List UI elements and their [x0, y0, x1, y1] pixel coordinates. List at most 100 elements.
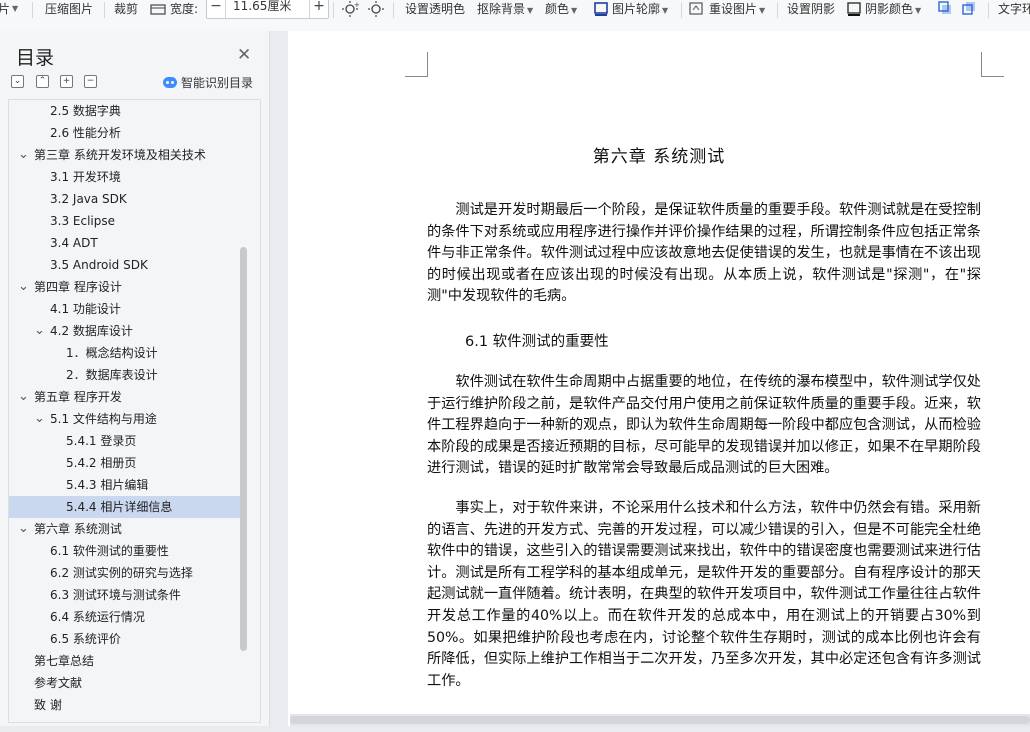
brightness-down-icon[interactable]	[368, 1, 386, 17]
toc-scrollbar[interactable]	[240, 247, 247, 651]
toolbar-partial-item[interactable]: 片	[0, 0, 10, 18]
chevron-down-icon: ▼	[759, 6, 766, 15]
toc-item-label: 2.6 性能分析	[50, 126, 121, 140]
width-input[interactable]: 11.65厘米	[233, 0, 291, 16]
remove-background-button[interactable]: 抠除背景 ▼	[477, 0, 533, 18]
toc-item-label: 致 谢	[34, 698, 62, 712]
shadow-color-button[interactable]: 阴影颜色 ▼	[865, 0, 921, 18]
toc-item[interactable]: 3.2 Java SDK	[9, 188, 241, 210]
chevron-down-icon[interactable]: ⌄	[18, 518, 29, 540]
toc-item[interactable]: 2．数据库表设计	[9, 364, 241, 386]
set-shadow-button[interactable]: 设置阴影	[787, 0, 835, 18]
toc-item[interactable]: ⌄ 第三章 系统开发环境及相关技术	[9, 144, 241, 166]
toc-item[interactable]: ⌄ 第四章 程序设计	[9, 276, 241, 298]
toc-item-label: 6.3 测试环境与测试条件	[50, 588, 181, 602]
toc-item[interactable]: 6.1 软件测试的重要性	[9, 540, 241, 562]
document-page: 第六章 系统测试 测试是开发时期最后一个阶段，是保证软件质量的重要手段。软件测试…	[288, 31, 1030, 726]
toc-item[interactable]: ⌄ 第五章 程序开发	[9, 386, 241, 408]
paragraph-text: 测试是开发时期最后一个阶段，是保证软件质量的重要手段。软件测试就是在受控制的条件…	[427, 202, 981, 305]
section-heading: 6.1 软件测试的重要性	[465, 334, 609, 350]
toc-item-label: 6.4 系统运行情况	[50, 610, 145, 624]
toc-item[interactable]: 5.4.3 相片编辑	[9, 474, 241, 496]
color-button[interactable]: 颜色 ▼	[545, 0, 577, 18]
toc-sidebar: 目录 ✕ ⌄ ⌃ + − 智能识别目录 2.5 数据字典 2.6 性能分析 ⌄ 第三章…	[0, 31, 270, 726]
toolbar-divider	[333, 2, 334, 18]
body-paragraph: 事实上，对于软件来讲，不论采用什么技术和什么方法，软件中仍然会有错。采用新的语言…	[427, 498, 981, 692]
toc-item[interactable]: 6.4 系统运行情况	[9, 606, 241, 628]
toolbar-divider	[777, 2, 778, 18]
reset-picture-label: 重设图片	[709, 2, 758, 16]
toc-item[interactable]: 2.6 性能分析	[9, 122, 241, 144]
toc-item[interactable]: ⌄ 4.2 数据库设计	[9, 320, 241, 342]
add-icon[interactable]: +	[60, 75, 73, 88]
collapse-icon[interactable]: ⌄	[11, 75, 24, 88]
reset-picture-icon	[689, 1, 703, 17]
scrollbar-thumb[interactable]	[290, 716, 1030, 724]
toc-item-label: 5.1 文件结构与用途	[50, 412, 157, 426]
margin-corner-mark	[405, 52, 428, 77]
toc-item[interactable]: 3.1 开发环境	[9, 166, 241, 188]
picture-outline-button[interactable]: 图片轮廓 ▼	[612, 0, 668, 18]
toc-item-label: 2.5 数据字典	[50, 104, 121, 118]
shadow-offset-down-icon[interactable]	[961, 1, 977, 17]
toc-item[interactable]: 6.5 系统评价	[9, 628, 241, 650]
chevron-down-icon[interactable]: ⌄	[34, 408, 45, 430]
toc-item[interactable]: ⌄ 5.1 文件结构与用途	[9, 408, 241, 430]
smart-toc-button[interactable]: 智能识别目录	[163, 74, 253, 91]
reset-picture-button[interactable]: 重设图片 ▼	[709, 0, 765, 18]
horizontal-scrollbar[interactable]	[290, 714, 1030, 726]
chevron-down-icon[interactable]: ⌄	[18, 386, 29, 408]
shadow-offset-up-icon[interactable]	[937, 1, 953, 17]
chevron-down-icon[interactable]: ⌄	[18, 144, 29, 166]
robot-icon	[163, 77, 177, 88]
toc-item[interactable]: 4.1 功能设计	[9, 298, 241, 320]
toc-item[interactable]: 第七章总结	[9, 650, 241, 672]
crop-button[interactable]: 裁剪	[114, 0, 138, 18]
shadow-color-icon	[847, 1, 861, 17]
chevron-down-icon[interactable]: ⌄	[18, 276, 29, 298]
toc-item-label: 5.4.3 相片编辑	[66, 478, 149, 492]
toc-item-label: 第五章 程序开发	[34, 390, 122, 404]
toc-item[interactable]: 3.3 Eclipse	[9, 210, 241, 232]
width-decrease-button[interactable]: −	[207, 0, 226, 18]
toc-item[interactable]: 3.5 Android SDK	[9, 254, 241, 276]
smart-toc-label: 智能识别目录	[181, 76, 254, 90]
color-label: 颜色	[545, 2, 570, 16]
toc-item[interactable]: 1．概念结构设计	[9, 342, 241, 364]
toc-list: 2.5 数据字典 2.6 性能分析 ⌄ 第三章 系统开发环境及相关技术 3.1 开发环境…	[8, 99, 261, 723]
toolbar-divider	[104, 2, 105, 18]
toc-item-label: 3.3 Eclipse	[50, 214, 115, 228]
toc-item[interactable]: 3.4 ADT	[9, 232, 241, 254]
toc-item[interactable]: 5.4.4 相片详细信息	[9, 496, 241, 518]
toc-item[interactable]: 2.5 数据字典	[9, 100, 241, 122]
toc-item[interactable]: 致 谢	[9, 694, 241, 716]
toc-item[interactable]: 5.4.1 登录页	[9, 430, 241, 452]
toolbar-divider	[681, 2, 682, 18]
width-stepper[interactable]: − 11.65厘米 +	[206, 0, 329, 19]
chevron-down-icon[interactable]: ▼	[12, 0, 18, 18]
toc-item[interactable]: 5.4.2 相册页	[9, 452, 241, 474]
chevron-down-icon[interactable]: ⌄	[34, 320, 45, 342]
toc-item[interactable]: 6.2 测试实例的研究与选择	[9, 562, 241, 584]
close-icon[interactable]: ✕	[237, 45, 251, 65]
toc-item-label: 6.2 测试实例的研究与选择	[50, 566, 193, 580]
toc-item[interactable]: 参考文献	[9, 672, 241, 694]
text-wrap-button[interactable]: 文字环	[998, 0, 1030, 18]
chevron-down-icon: ▼	[662, 6, 669, 15]
toc-item-label: 2．数据库表设计	[66, 368, 158, 382]
toc-item[interactable]: 6.3 测试环境与测试条件	[9, 584, 241, 606]
toc-item-label: 第四章 程序设计	[34, 280, 122, 294]
expand-up-icon[interactable]: ⌃	[36, 75, 49, 88]
toc-item[interactable]: ⌄ 第六章 系统测试	[9, 518, 241, 540]
width-increase-button[interactable]: +	[309, 0, 328, 18]
body-paragraph: 软件测试在软件生命周期中占据重要的地位，在传统的瀑布模型中，软件测试学仅处于运行…	[427, 372, 981, 480]
paragraph-text: 软件测试在软件生命周期中占据重要的地位，在传统的瀑布模型中，软件测试学仅处于运行…	[427, 374, 981, 477]
lock-ratio-icon[interactable]	[150, 1, 166, 17]
remove-icon[interactable]: −	[84, 75, 97, 88]
brightness-up-icon[interactable]: +	[342, 1, 360, 17]
toc-item-label: 第七章总结	[34, 654, 95, 668]
set-transparent-color-button[interactable]: 设置透明色	[405, 0, 465, 18]
svg-text:+: +	[354, 1, 360, 9]
toc-item-label: 参考文献	[34, 676, 83, 690]
compress-picture-button[interactable]: 压缩图片	[45, 0, 93, 18]
